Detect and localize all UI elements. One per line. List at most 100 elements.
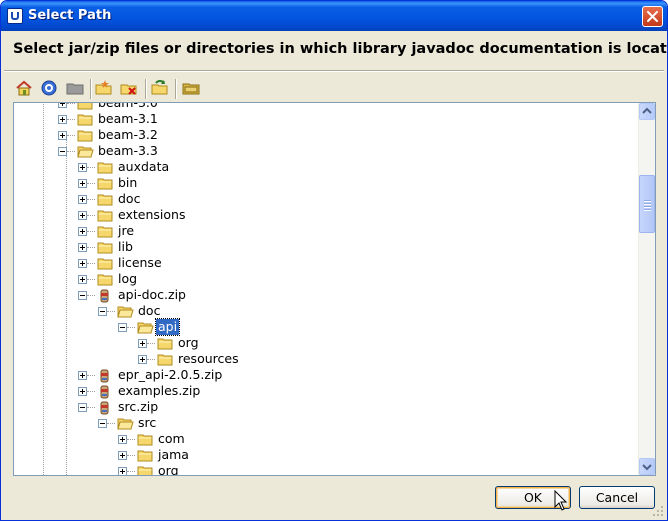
vertical-scrollbar[interactable] <box>638 103 655 475</box>
new-folder-icon[interactable] <box>95 79 115 99</box>
tree-item-label[interactable]: examples.zip <box>116 383 202 399</box>
tree-item-label[interactable]: beam-3.2 <box>96 127 160 143</box>
tree-item-label[interactable]: epr_api-2.0.5.zip <box>116 367 224 383</box>
tree-item-label[interactable]: api-doc.zip <box>116 287 188 303</box>
expand-icon[interactable] <box>78 243 87 252</box>
folder-open-icon <box>137 320 154 334</box>
collapse-icon[interactable] <box>78 291 87 300</box>
collapse-icon[interactable] <box>58 147 67 156</box>
expand-icon[interactable] <box>78 387 87 396</box>
tree-item-label[interactable]: bin <box>116 175 139 191</box>
tree-item-label[interactable]: beam-3.0 <box>96 103 160 111</box>
info-icon[interactable] <box>40 79 60 99</box>
tree-item-folder[interactable]: beam-3.1 <box>14 111 634 127</box>
expand-icon[interactable] <box>78 259 87 268</box>
jar-icon <box>97 400 114 415</box>
refresh-icon[interactable] <box>151 79 171 99</box>
scroll-up-button[interactable] <box>639 103 655 120</box>
tree-connector <box>87 279 95 280</box>
tree-item-label[interactable]: auxdata <box>116 159 171 175</box>
expand-icon[interactable] <box>138 339 147 348</box>
scroll-thumb[interactable] <box>639 175 655 233</box>
tree-item-label[interactable]: com <box>156 431 187 447</box>
tree-item-folder[interactable]: auxdata <box>14 159 634 175</box>
tree-item-folder[interactable]: com <box>14 431 634 447</box>
tree-item-folder[interactable]: license <box>14 255 634 271</box>
folder-gray-icon[interactable] <box>66 79 86 99</box>
cancel-button[interactable]: Cancel <box>579 486 655 509</box>
tree-item-folder[interactable]: jama <box>14 447 634 463</box>
tree-item-label[interactable]: extensions <box>116 207 187 223</box>
tree-item-folder[interactable]: bin <box>14 175 634 191</box>
expand-icon[interactable] <box>118 451 127 460</box>
tree-item-folder[interactable]: src <box>14 415 634 431</box>
home-icon[interactable] <box>15 79 35 99</box>
folder-icon <box>137 448 154 462</box>
tree-item-label[interactable]: api <box>154 318 181 336</box>
toolbar-separator <box>145 79 147 99</box>
tree-item-folder[interactable]: doc <box>14 191 634 207</box>
close-button[interactable] <box>642 6 663 27</box>
expand-icon[interactable] <box>118 435 127 444</box>
tree-item-label[interactable]: beam-3.3 <box>96 143 160 159</box>
expand-icon[interactable] <box>138 355 147 364</box>
tree-item-label[interactable]: jre <box>116 223 136 239</box>
tree-connector <box>127 455 135 456</box>
tree-item-folder[interactable]: log <box>14 271 634 287</box>
toolbar-separator <box>90 79 92 99</box>
tree-item-label[interactable]: resources <box>176 351 241 367</box>
tree-item-folder[interactable]: beam-3.2 <box>14 127 634 143</box>
collapse-icon[interactable] <box>118 323 127 332</box>
file-tree-panel[interactable]: beam-3.0 beam-3.1 beam-3.2 beam-3.3 auxdata b… <box>13 102 656 476</box>
folder-icon <box>77 112 94 126</box>
tree-item-folder[interactable]: resources <box>14 351 634 367</box>
expand-icon[interactable] <box>58 115 67 124</box>
tree-item-folder[interactable]: jre <box>14 223 634 239</box>
tree-item-label[interactable]: lib <box>116 239 135 255</box>
folder-up-icon[interactable] <box>182 79 202 99</box>
tree-item-archive[interactable]: src.zip <box>14 399 634 415</box>
expand-icon[interactable] <box>78 211 87 220</box>
tree-item-label[interactable]: jama <box>156 447 191 463</box>
tree-item-folder[interactable]: beam-3.0 <box>14 103 634 111</box>
tree-item-folder[interactable]: beam-3.3 <box>14 143 634 159</box>
expand-icon[interactable] <box>58 131 67 140</box>
expand-icon[interactable] <box>78 195 87 204</box>
expand-icon[interactable] <box>78 163 87 172</box>
expand-icon[interactable] <box>118 467 127 475</box>
expand-icon[interactable] <box>78 275 87 284</box>
tree-item-label[interactable]: log <box>116 271 139 287</box>
tree-item-label[interactable]: src.zip <box>116 399 160 415</box>
collapse-icon[interactable] <box>98 419 107 428</box>
tree-item-label[interactable]: org <box>176 335 201 351</box>
tree-item-label[interactable]: src <box>136 415 158 431</box>
mouse-cursor <box>554 490 568 511</box>
tree-connector <box>67 135 75 136</box>
tree-item-label[interactable]: beam-3.1 <box>96 111 160 127</box>
tree-connector <box>67 119 75 120</box>
tree-item-archive[interactable]: examples.zip <box>14 383 634 399</box>
tree-item-folder[interactable]: org <box>14 335 634 351</box>
expand-icon[interactable] <box>78 227 87 236</box>
collapse-icon[interactable] <box>78 403 87 412</box>
tree-item-folder[interactable]: extensions <box>14 207 634 223</box>
tree-item-folder[interactable]: org <box>14 463 634 475</box>
tree-item-folder[interactable]: api <box>14 318 634 336</box>
tree-item-folder[interactable]: lib <box>14 239 634 255</box>
tree-item-folder[interactable]: doc <box>14 303 634 319</box>
tree-item-label[interactable]: license <box>116 255 164 271</box>
expand-icon[interactable] <box>58 103 67 108</box>
resize-grip-icon[interactable] <box>652 505 664 517</box>
tree-item-label[interactable]: doc <box>136 303 162 319</box>
delete-folder-icon[interactable] <box>120 79 140 99</box>
collapse-icon[interactable] <box>98 307 107 316</box>
expand-icon[interactable] <box>78 179 87 188</box>
scroll-down-button[interactable] <box>639 458 655 475</box>
tree-item-archive[interactable]: epr_api-2.0.5.zip <box>14 367 634 383</box>
tree-item-label[interactable]: org <box>156 463 181 475</box>
tree-item-archive[interactable]: api-doc.zip <box>14 287 634 303</box>
expand-icon[interactable] <box>78 371 87 380</box>
tree-item-label[interactable]: doc <box>116 191 142 207</box>
title-bar[interactable]: Select Path <box>1 1 667 31</box>
tree-connector <box>87 231 95 232</box>
